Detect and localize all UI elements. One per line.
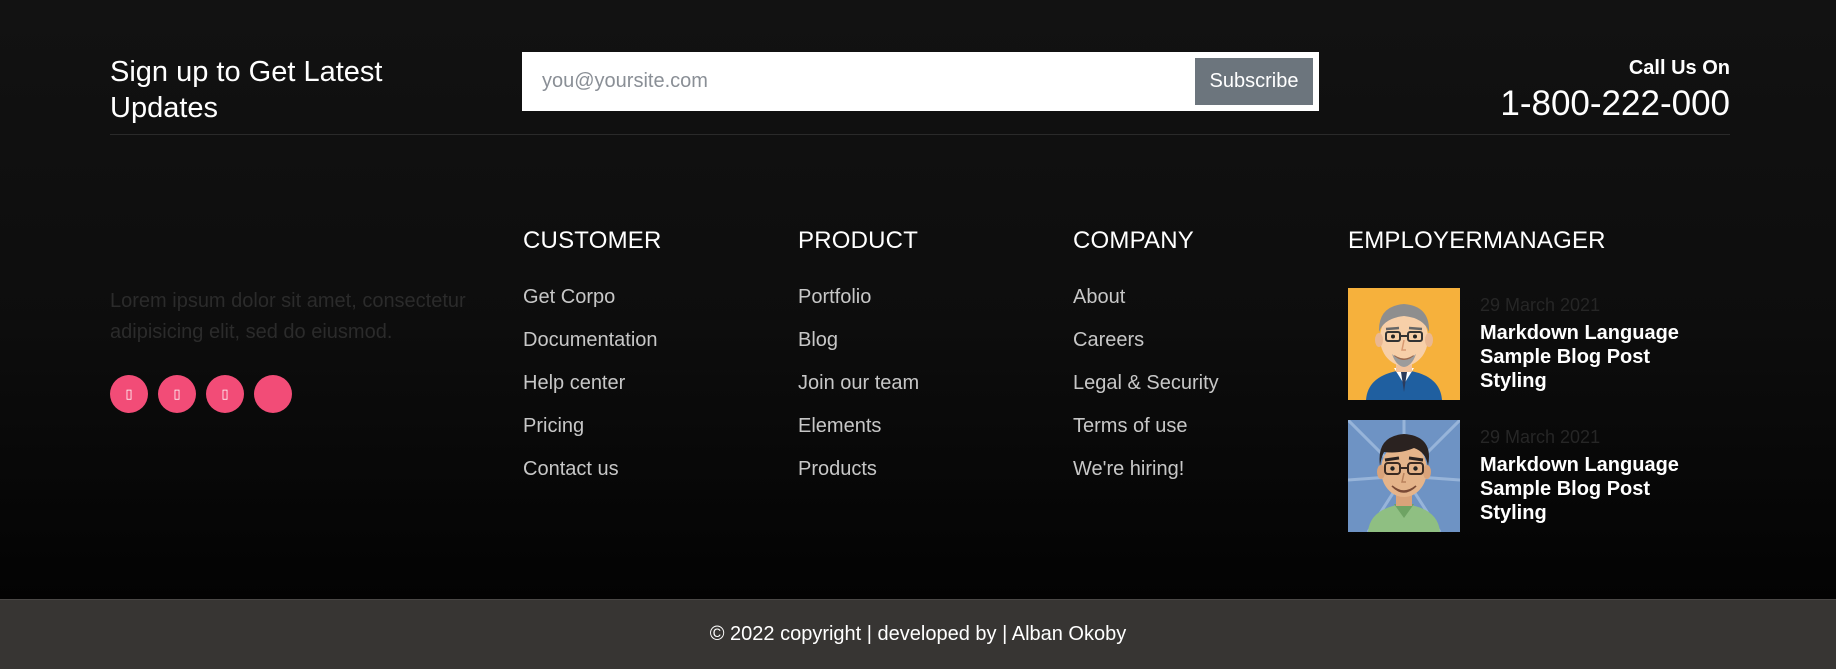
link-legal-security[interactable]: Legal & Security: [1073, 372, 1219, 415]
facebook-icon[interactable]: ▯: [110, 375, 148, 413]
link-pricing[interactable]: Pricing: [523, 415, 662, 458]
company-column: COMPANY About Careers Legal & Security T…: [1073, 226, 1219, 501]
young-man-glasses-avatar[interactable]: [1348, 420, 1460, 532]
column-title: COMPANY: [1073, 227, 1194, 254]
post-title[interactable]: Markdown Language Sample Blog Post Styli…: [1480, 321, 1720, 393]
copyright-bar: © 2022 copyright | developed by | Alban …: [0, 599, 1836, 669]
older-man-glasses-avatar[interactable]: [1348, 288, 1460, 400]
blog-post[interactable]: 29 March 2021 Markdown Language Sample B…: [1348, 420, 1720, 532]
post-title[interactable]: Markdown Language Sample Blog Post Styli…: [1480, 453, 1720, 525]
link-elements[interactable]: Elements: [798, 415, 919, 458]
call-block: Call Us On 1-800-222-000: [1500, 56, 1730, 126]
product-column: PRODUCT Portfolio Blog Join our team Ele…: [798, 226, 919, 501]
social-links: ▯ ▯ ▯: [110, 375, 292, 413]
link-terms-of-use[interactable]: Terms of use: [1073, 415, 1219, 458]
phone-number[interactable]: 1-800-222-000: [1500, 82, 1730, 126]
link-documentation[interactable]: Documentation: [523, 329, 662, 372]
customer-column: CUSTOMER Get Corpo Documentation Help ce…: [523, 226, 662, 501]
column-title: PRODUCT: [798, 227, 919, 254]
link-were-hiring[interactable]: We're hiring!: [1073, 458, 1219, 501]
subscribe-button[interactable]: Subscribe: [1195, 58, 1313, 105]
signup-title: Sign up to Get Latest Updates: [110, 56, 383, 124]
copyright-text: © 2022 copyright | developed by | Alban …: [709, 623, 1127, 645]
link-blog[interactable]: Blog: [798, 329, 919, 372]
linkedin-icon[interactable]: [254, 375, 292, 413]
column-title: EMPLOYERMANAGER: [1348, 227, 1606, 254]
call-label: Call Us On: [1628, 57, 1730, 79]
link-careers[interactable]: Careers: [1073, 329, 1219, 372]
employer-column: EMPLOYERMANAGER 29 March 2021 Markdown L…: [1348, 226, 1720, 532]
about-text: Lorem ipsum dolor sit amet, consectetur …: [110, 290, 466, 343]
post-date: 29 March 2021: [1480, 295, 1601, 315]
post-date: 29 March 2021: [1480, 427, 1601, 447]
link-contact-us[interactable]: Contact us: [523, 458, 662, 501]
link-products[interactable]: Products: [798, 458, 919, 501]
signup-form: Subscribe: [522, 52, 1319, 111]
link-get-corpo[interactable]: Get Corpo: [523, 286, 662, 329]
divider: [110, 134, 1730, 135]
link-portfolio[interactable]: Portfolio: [798, 286, 919, 329]
column-title: CUSTOMER: [523, 227, 662, 254]
footer: Sign up to Get Latest Updates Subscribe …: [0, 0, 1836, 599]
blog-post[interactable]: 29 March 2021 Markdown Language Sample B…: [1348, 288, 1720, 400]
link-about[interactable]: About: [1073, 286, 1219, 329]
twitter-icon[interactable]: ▯: [158, 375, 196, 413]
email-input[interactable]: [524, 54, 1195, 109]
link-join-our-team[interactable]: Join our team: [798, 372, 919, 415]
link-help-center[interactable]: Help center: [523, 372, 662, 415]
instagram-icon[interactable]: ▯: [206, 375, 244, 413]
